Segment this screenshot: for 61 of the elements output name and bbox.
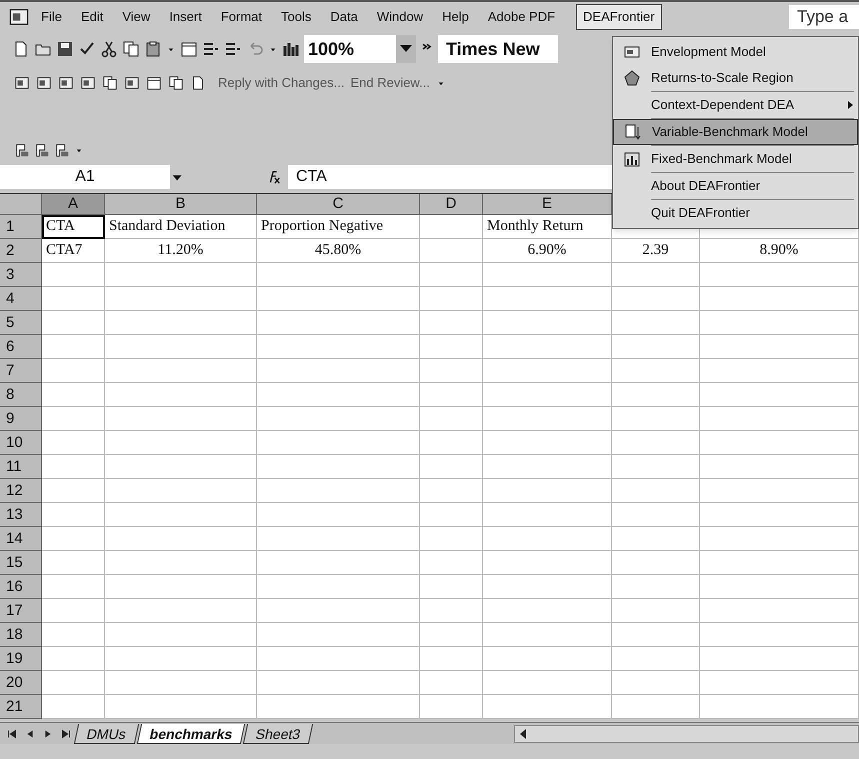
row-header[interactable]: 21 <box>0 695 42 719</box>
row-header[interactable]: 10 <box>0 431 42 455</box>
table-cell: CTA7 <box>42 239 105 263</box>
row-header[interactable]: 2 <box>0 239 42 263</box>
column-header[interactable]: A <box>42 194 105 215</box>
row-header[interactable]: 17 <box>0 599 42 623</box>
row-header[interactable]: 15 <box>0 551 42 575</box>
table-cell: 11.20% <box>105 239 257 263</box>
table-cell: Standard Deviation <box>105 215 257 239</box>
menu-item[interactable]: Quit DEAFrontier <box>613 200 858 226</box>
column-header[interactable]: B <box>105 194 257 215</box>
row-header[interactable]: 16 <box>0 575 42 599</box>
table-cell: 6.90% <box>483 239 612 263</box>
column-header[interactable]: E <box>483 194 612 215</box>
menu-item[interactable]: View <box>114 5 158 29</box>
row-header[interactable]: 5 <box>0 311 42 335</box>
menu-item[interactable]: Tools <box>273 5 320 29</box>
row-header[interactable]: 6 <box>0 335 42 359</box>
row-header[interactable]: 9 <box>0 407 42 431</box>
menu-item[interactable]: Insert <box>161 5 210 29</box>
menu-item[interactable]: Edit <box>72 5 112 29</box>
row-header[interactable]: 20 <box>0 671 42 695</box>
row-header[interactable]: 13 <box>0 503 42 527</box>
zoom-field[interactable]: 100% <box>304 35 396 63</box>
row-header[interactable]: 1 <box>0 215 42 239</box>
table-cell: 45.80% <box>257 239 420 263</box>
row-header[interactable]: 14 <box>0 527 42 551</box>
menu-item[interactable]: Format <box>212 5 270 29</box>
menu-item[interactable]: Data <box>322 5 366 29</box>
menu-item[interactable]: Envelopment Model <box>613 39 858 65</box>
row-header[interactable]: 4 <box>0 287 42 311</box>
row-header[interactable]: 18 <box>0 623 42 647</box>
row-header[interactable]: 12 <box>0 479 42 503</box>
column-header[interactable]: C <box>257 194 420 215</box>
sheet-tab[interactable]: Sheet3 <box>243 724 314 744</box>
row-header[interactable]: 7 <box>0 359 42 383</box>
menu-item[interactable]: Help <box>434 5 477 29</box>
sheet-tab[interactable]: DMUs <box>74 724 140 744</box>
table-cell: Proportion Negative <box>257 215 420 239</box>
table-cell: 8.90% <box>700 239 859 263</box>
name-box[interactable]: A1 <box>0 165 170 189</box>
end-review-button[interactable]: End Review... <box>350 73 430 93</box>
row-header[interactable]: 11 <box>0 455 42 479</box>
menu-item[interactable]: Returns-to-Scale Region <box>613 65 858 91</box>
row-header[interactable]: 19 <box>0 647 42 671</box>
menu-item[interactable]: Variable-Benchmark Model <box>613 119 858 145</box>
menu-item[interactable]: File <box>33 5 70 29</box>
menu-item[interactable]: DEAFrontier <box>576 4 662 30</box>
table-cell: Monthly Return <box>483 215 612 239</box>
menu-item[interactable]: Window <box>368 5 432 29</box>
font-field[interactable]: Times New <box>438 35 558 63</box>
row-header[interactable]: 8 <box>0 383 42 407</box>
column-header[interactable]: D <box>420 194 483 215</box>
help-search-field[interactable]: Type a <box>789 5 859 29</box>
table-cell: 2.39 <box>612 239 700 263</box>
menu-item[interactable]: Context-Dependent DEA <box>613 92 858 118</box>
row-header[interactable]: 3 <box>0 263 42 287</box>
sheet-tab[interactable]: benchmarks <box>136 724 246 744</box>
table-cell: CTA <box>42 215 105 239</box>
menu-item[interactable]: Adobe PDF <box>480 5 564 29</box>
reply-with-changes-button[interactable]: Reply with Changes... <box>218 73 344 93</box>
